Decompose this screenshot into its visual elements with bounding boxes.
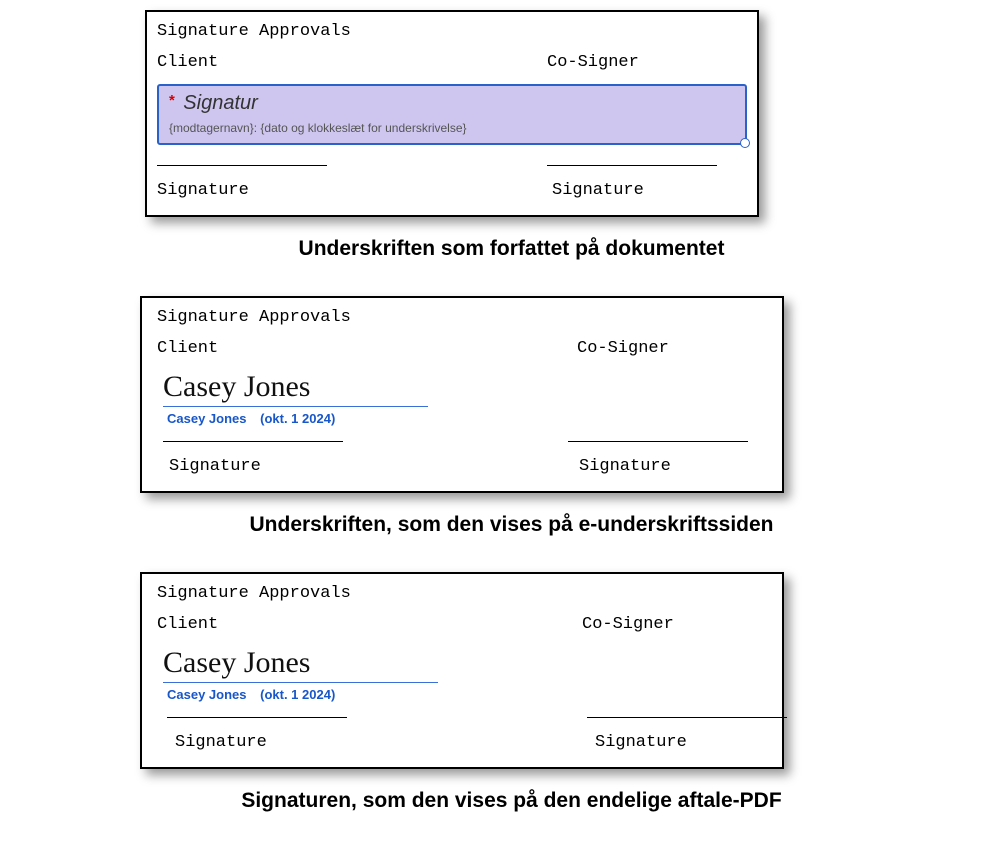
signature-label-left: Signature — [157, 733, 595, 752]
role-client: Client — [157, 615, 582, 634]
caption-esign-page: Underskriften, som den vises på e-unders… — [10, 513, 1003, 537]
signature-label-right: Signature — [552, 181, 747, 200]
caption-authoring: Underskriften som forfattet på dokumente… — [10, 237, 1003, 261]
panel-final-pdf: Signature Approvals Client Co-Signer Cas… — [140, 572, 784, 769]
signature-line-right — [547, 164, 717, 166]
signature-line-right — [587, 716, 787, 718]
role-cosigner: Co-Signer — [547, 53, 747, 72]
signed-name: Casey Jones — [163, 370, 428, 407]
signature-label-left: Signature — [157, 457, 579, 476]
signed-meta-date: (okt. 1 2024) — [260, 687, 335, 702]
signed-name: Casey Jones — [163, 646, 438, 683]
panel-authoring: Signature Approvals Client Co-Signer * S… — [145, 10, 759, 217]
signature-meta-template: {modtagernavn}: {dato og klokkeslæt for … — [169, 121, 735, 135]
role-cosigner: Co-Signer — [582, 615, 767, 634]
required-asterisk-icon: * — [169, 92, 175, 109]
caption-final-pdf: Signaturen, som den vises på den endelig… — [10, 789, 1003, 813]
role-client: Client — [157, 339, 577, 358]
signature-field[interactable]: * Signatur {modtagernavn}: {dato og klok… — [157, 84, 747, 145]
role-cosigner: Co-Signer — [577, 339, 767, 358]
signed-meta: Casey Jones (okt. 1 2024) — [167, 687, 767, 702]
signature-label-right: Signature — [579, 457, 767, 476]
signature-line-left — [167, 716, 347, 718]
panel-title: Signature Approvals — [157, 584, 767, 603]
signed-meta-name: Casey Jones — [167, 411, 247, 426]
panel-title: Signature Approvals — [157, 22, 747, 41]
signature-line-right — [568, 440, 748, 442]
signed-meta-name: Casey Jones — [167, 687, 247, 702]
signature-line-left — [163, 440, 343, 442]
signed-meta-date: (okt. 1 2024) — [260, 411, 335, 426]
role-client: Client — [157, 53, 547, 72]
signature-placeholder: Signatur — [183, 92, 258, 114]
signature-line-left — [157, 164, 327, 166]
panel-esign-page: Signature Approvals Client Co-Signer Cas… — [140, 296, 784, 493]
panel-title: Signature Approvals — [157, 308, 767, 327]
signature-label-right: Signature — [595, 733, 767, 752]
signature-label-left: Signature — [157, 181, 552, 200]
signed-meta: Casey Jones (okt. 1 2024) — [167, 411, 767, 426]
